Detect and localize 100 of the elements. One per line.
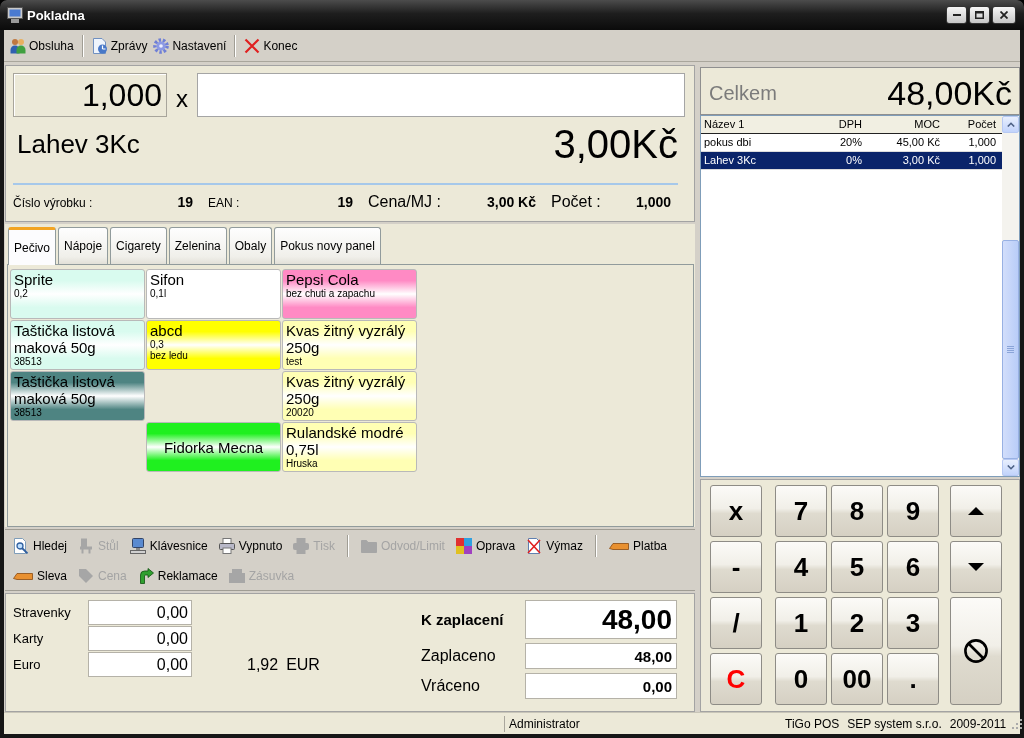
scroll-up-button[interactable] — [1002, 116, 1019, 133]
total-amount: 48,00Kč — [887, 73, 1012, 113]
cross-icon — [244, 37, 261, 54]
amount-field[interactable]: 0,00 — [525, 673, 677, 699]
pencil-icon — [13, 572, 33, 580]
keypad-key[interactable]: 7 — [775, 485, 827, 537]
table-cell-text: Lahev 3Kc — [703, 153, 757, 168]
product-tile[interactable]: Pepsi Cola bez chuti a zapachu — [282, 269, 417, 319]
table-cell-text: pokus dbi — [703, 135, 753, 150]
tab[interactable]: Cigarety — [110, 227, 167, 264]
table-cell-text: 1,000 — [967, 153, 997, 168]
minimize-button[interactable] — [946, 6, 967, 24]
table-cell-text: 3,00 Kč — [901, 153, 941, 168]
chevron-down-icon — [1006, 465, 1015, 470]
field-label: Karty — [13, 630, 45, 648]
tab[interactable]: Pokus novy panel — [274, 227, 381, 264]
triangle-up-icon — [968, 507, 984, 515]
toolbar-button[interactable]: Sleva — [10, 567, 71, 585]
toolbar-button[interactable]: Vypnuto — [215, 536, 286, 556]
keypad-key[interactable]: 5 — [831, 541, 883, 593]
product-tile[interactable]: Kvas žitný vyzrálý 250g 20020 — [282, 371, 417, 421]
toolbar-button[interactable]: Klávesnice — [126, 536, 211, 556]
product-tile[interactable]: Taštička listová maková 50g 38513 — [10, 371, 145, 421]
close-icon — [1000, 11, 1008, 19]
receipt-row[interactable]: Lahev 3Kc 0% 3,00 Kč 1,000 — [701, 152, 1002, 170]
keypad-key[interactable]: x — [710, 485, 762, 537]
detail-label: Číslo výrobku : — [13, 196, 93, 210]
tab[interactable]: Obaly — [228, 227, 273, 264]
toolbar-button[interactable]: Zprávy — [89, 35, 150, 56]
toolbar-button[interactable]: Oprava — [452, 536, 519, 556]
product-tile[interactable]: Sprite 0,2 — [10, 269, 145, 319]
amount-field[interactable]: 0,00 — [88, 652, 192, 677]
keypad-key[interactable]: 4 — [775, 541, 827, 593]
product-tile[interactable]: Taštička listová maková 50g 38513 — [10, 320, 145, 370]
product-tile[interactable]: Rulandské modré 0,75l Hruska — [282, 422, 417, 472]
quantity-field[interactable]: 1,000 — [13, 73, 167, 117]
keypad-key[interactable]: 2 — [831, 597, 883, 649]
grip-icon — [1007, 346, 1014, 353]
prohibited-icon — [964, 639, 988, 663]
monitor-icon — [7, 7, 23, 23]
curved-arrow-icon — [137, 568, 154, 584]
keypad-key[interactable]: 1 — [775, 597, 827, 649]
status-text: SEP system s.r.o. — [847, 716, 942, 731]
product-tile[interactable]: Kvas žitný vyzrálý 250g test — [282, 320, 417, 370]
column-header[interactable]: Počet — [943, 116, 999, 133]
users-icon — [10, 37, 26, 54]
keypad-key[interactable]: - — [710, 541, 762, 593]
keypad-key[interactable]: 3 — [887, 597, 939, 649]
maximize-button[interactable] — [969, 6, 990, 24]
keypad-key[interactable]: 8 — [831, 485, 883, 537]
column-header[interactable]: DPH — [799, 116, 865, 133]
toolbar-button[interactable]: Výmaz — [523, 536, 586, 556]
detail-label: EAN : — [208, 196, 240, 210]
toolbar-button[interactable]: Hledej — [10, 536, 71, 556]
tab[interactable]: Nápoje — [58, 227, 109, 264]
input-field[interactable] — [197, 73, 685, 117]
keypad-key[interactable]: 9 — [887, 485, 939, 537]
product-price: 3,00Kč — [553, 121, 678, 167]
euro-amount: 1,92 — [247, 656, 279, 674]
keypad-key[interactable]: / — [710, 597, 762, 649]
status-text: Administrator — [509, 716, 580, 731]
amount-field[interactable]: 0,00 — [88, 600, 192, 625]
toolbar-button[interactable]: Platba — [606, 537, 670, 555]
close-button[interactable] — [992, 6, 1016, 24]
total-label: Vráceno — [421, 676, 481, 696]
tab[interactable]: Pečivo — [8, 227, 57, 265]
toolbar-button[interactable]: Konec — [242, 35, 300, 56]
status-text: TiGo POS — [785, 716, 840, 731]
toolbar-button[interactable]: Nastavení — [151, 35, 229, 56]
keypad-key[interactable]: 6 — [887, 541, 939, 593]
scrollbar-thumb[interactable] — [1002, 240, 1019, 459]
keypad-key[interactable]: . — [887, 653, 939, 705]
total-label: K zaplacení — [421, 610, 505, 630]
product-tile[interactable]: abcd 0,3 bez ledu — [146, 320, 281, 370]
pencil-icon — [609, 542, 629, 550]
product-tile[interactable]: Sifon 0,1l — [146, 269, 281, 319]
amount-field[interactable]: 0,00 — [88, 626, 192, 651]
window-title: Pokladna — [27, 7, 85, 23]
up-button[interactable] — [950, 485, 1002, 537]
total-label: Celkem — [709, 81, 777, 105]
scrollbar[interactable] — [1002, 116, 1019, 476]
keypad-key[interactable]: 00 — [831, 653, 883, 705]
column-header[interactable]: MOC — [865, 116, 943, 133]
printer-icon — [293, 538, 310, 554]
product-tile[interactable]: Fidorka Mecna — [146, 422, 281, 472]
toolbar-button[interactable]: Reklamace — [134, 566, 221, 586]
scroll-down-button[interactable] — [1002, 459, 1019, 476]
amount-field[interactable]: 48,00 — [525, 600, 677, 639]
toolbar-button[interactable]: Obsluha — [8, 35, 76, 56]
down-button[interactable] — [950, 541, 1002, 593]
resize-grip-icon — [1012, 718, 1023, 729]
maximize-icon — [975, 11, 984, 19]
cancel-button[interactable] — [950, 597, 1002, 705]
printer-icon — [218, 538, 235, 554]
document-icon — [91, 37, 108, 54]
keypad-key[interactable]: 0 — [775, 653, 827, 705]
column-header[interactable]: Název 1 — [701, 116, 799, 133]
amount-field[interactable]: 48,00 — [525, 643, 677, 669]
tab[interactable]: Zelenina — [168, 227, 227, 264]
detail-value: 19 — [177, 194, 193, 210]
